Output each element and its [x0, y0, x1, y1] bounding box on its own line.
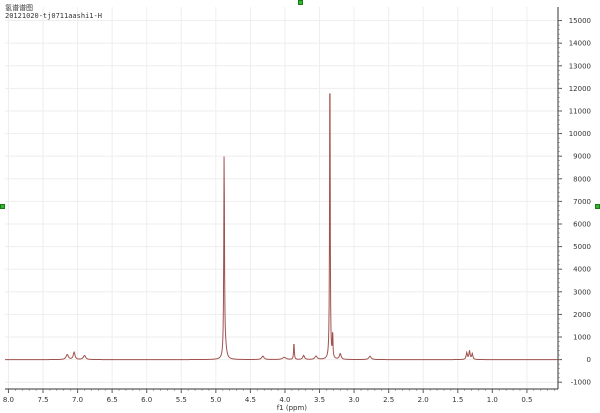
- x-tick-label: 2.0: [418, 396, 429, 404]
- axes: [5, 7, 562, 393]
- x-tick-label: 1.0: [487, 396, 498, 404]
- x-tick-label: 4.0: [279, 396, 290, 404]
- y-tick-label: 15000: [569, 17, 591, 25]
- y-tick-label: 1000: [573, 334, 591, 342]
- chart-subtitle: 20121020-tj0711aashi1-H: [5, 12, 102, 20]
- x-tick-label: 3.5: [314, 396, 325, 404]
- x-tick-label: 6.5: [107, 396, 118, 404]
- resize-handle-right[interactable]: [595, 204, 600, 209]
- y-tick-label: 14000: [569, 40, 591, 48]
- y-tick-label: 2000: [573, 311, 591, 319]
- grid: [5, 7, 558, 389]
- resize-handle-left[interactable]: [0, 204, 5, 209]
- y-tick-label: 8000: [573, 175, 591, 183]
- x-tick-label: 5.0: [210, 396, 221, 404]
- y-tick-label: 4000: [573, 266, 591, 274]
- y-tick-label: -1000: [571, 379, 591, 387]
- resize-handle-top[interactable]: [298, 0, 303, 5]
- y-tick-label: 6000: [573, 220, 591, 228]
- x-tick-label: 2.5: [383, 396, 394, 404]
- x-tick-label: 8.0: [3, 396, 14, 404]
- x-tick-label: 5.5: [176, 396, 187, 404]
- x-axis-label: f1 (ppm): [277, 404, 308, 412]
- y-tick-label: 10000: [569, 130, 591, 138]
- x-tick-label: 3.0: [349, 396, 360, 404]
- spectrum-data: [5, 93, 558, 361]
- x-tick-label: 6.0: [141, 396, 152, 404]
- y-tick-label: 3000: [573, 288, 591, 296]
- y-tick-label: 9000: [573, 153, 591, 161]
- tick-labels: 8.0 7.5 7.0 6.5 6.0 5.5 5.0 4.5 4.0 3.5 3.0 2.5 2.0 1…: [3, 17, 591, 412]
- x-tick-label: 1.5: [452, 396, 463, 404]
- y-tick-label: 11000: [569, 107, 591, 115]
- x-tick-label: 7.5: [37, 396, 48, 404]
- x-tick-label: 4.5: [245, 396, 256, 404]
- y-tick-label: 7000: [573, 198, 591, 206]
- y-tick-label: 12000: [569, 85, 591, 93]
- spectrum-chart: 8.0 7.5 7.0 6.5 6.0 5.5 5.0 4.5 4.0 3.5 3.0 2.5 2.0 1…: [3, 7, 591, 412]
- x-tick-label: 0.5: [521, 396, 532, 404]
- y-tick-label: 13000: [569, 62, 591, 70]
- x-tick-label: 7.0: [72, 396, 83, 404]
- y-tick-label: 0: [587, 356, 591, 364]
- y-tick-label: 5000: [573, 243, 591, 251]
- spectrum-viewer: 8.0 7.5 7.0 6.5 6.0 5.5 5.0 4.5 4.0 3.5 3.0 2.5 2.0 1…: [0, 0, 600, 413]
